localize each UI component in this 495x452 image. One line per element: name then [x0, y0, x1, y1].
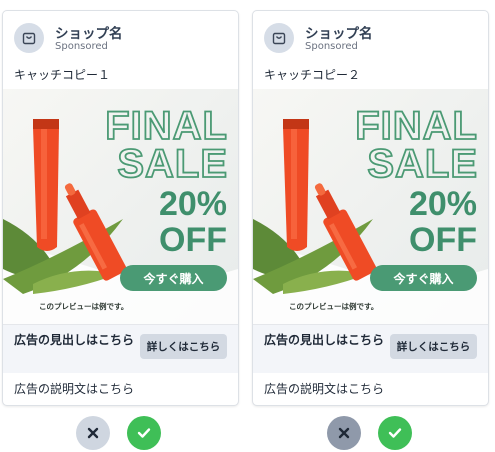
preview-note: このプレビューは例です。 [289, 301, 378, 311]
close-icon [338, 427, 350, 439]
shop-avatar [14, 23, 44, 53]
ad-cta-label: 今すぐ購入 [392, 271, 453, 286]
ad-headline-sale: SALE [367, 142, 478, 186]
ad-off: OFF [409, 221, 477, 259]
preview-note: このプレビューは例です。 [39, 301, 128, 311]
ad-discount: 20% [159, 185, 227, 223]
ad-off: OFF [159, 221, 227, 259]
learn-more-button[interactable]: 詳しくはこちら [140, 334, 227, 359]
check-icon [137, 428, 151, 438]
approve-button-card-1[interactable] [127, 416, 161, 450]
ad-creative-image: FINAL SALE 20% OFF 今すぐ購入 このプレビューは例です。 [253, 89, 488, 324]
close-icon [87, 427, 99, 439]
shop-avatar [264, 23, 294, 53]
headline-bar: 広告の見出しはこちら 詳しくはこちら [3, 324, 238, 373]
shop-name: ショップ名 [55, 26, 123, 42]
catch-copy: キャッチコピー１ [14, 68, 111, 82]
check-icon [388, 428, 402, 438]
shop-name: ショップ名 [305, 26, 373, 42]
ad-preview-card-1: ショップ名 Sponsored キャッチコピー１ FINAL SALE 20% … [2, 10, 239, 406]
catch-copy: キャッチコピー２ [264, 68, 361, 82]
headline-bar: 広告の見出しはこちら 詳しくはこちら [253, 324, 488, 373]
ad-discount: 20% [409, 185, 477, 223]
card-header: ショップ名 Sponsored [264, 23, 484, 53]
reject-button-card-1[interactable] [76, 416, 110, 450]
ad-description: 広告の説明文はこちら [264, 382, 385, 396]
ad-headline-sale: SALE [117, 142, 228, 186]
reject-button-card-2[interactable] [327, 416, 361, 450]
card-header: ショップ名 Sponsored [14, 23, 234, 53]
sponsored-label: Sponsored [55, 41, 108, 52]
sponsored-label: Sponsored [305, 41, 358, 52]
ad-preview-card-2: ショップ名 Sponsored キャッチコピー２ FINAL SALE 20% … [252, 10, 489, 406]
learn-more-button[interactable]: 詳しくはこちら [390, 334, 477, 359]
approve-button-card-2[interactable] [378, 416, 412, 450]
shopping-bag-icon [22, 32, 36, 45]
ad-description: 広告の説明文はこちら [14, 382, 135, 396]
ad-title: 広告の見出しはこちら [14, 333, 135, 347]
ad-title: 広告の見出しはこちら [264, 333, 385, 347]
shopping-bag-icon [272, 32, 286, 45]
ad-cta-label: 今すぐ購入 [142, 271, 203, 286]
ad-creative-image: FINAL SALE 20% OFF 今すぐ購入 このプレビューは例です。 [3, 89, 238, 324]
